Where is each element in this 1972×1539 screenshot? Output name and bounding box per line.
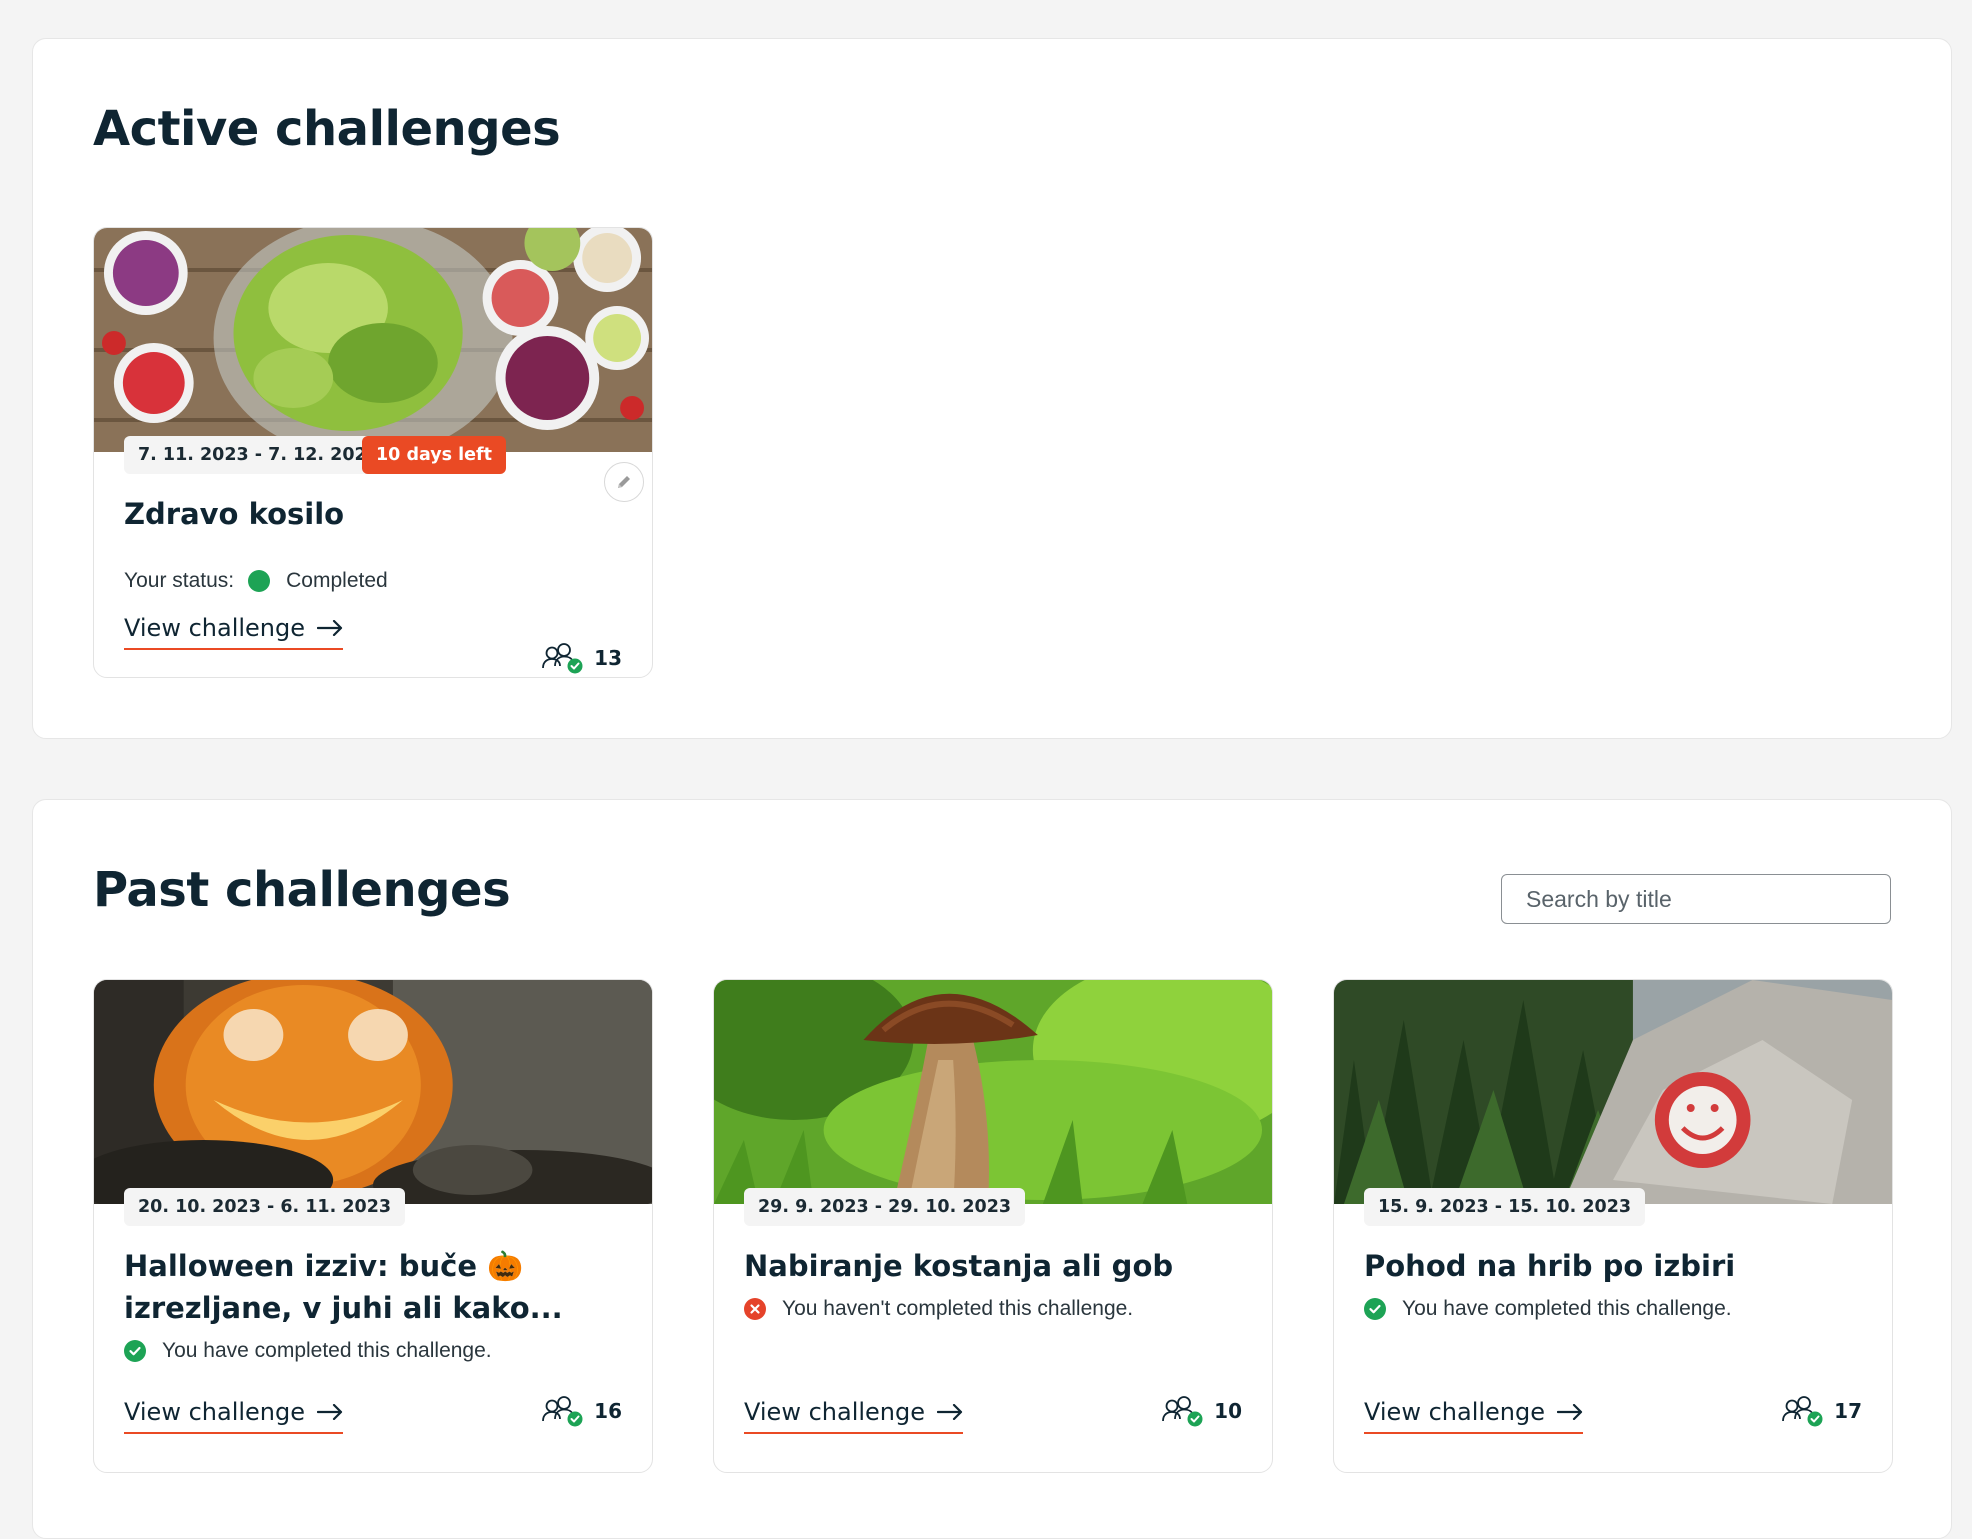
past-challenges-heading: Past challenges (93, 862, 511, 918)
participants-number: 13 (594, 646, 622, 670)
participants-number: 16 (594, 1399, 622, 1423)
status-row: Your status: Completed (124, 569, 388, 593)
view-challenge-label: View challenge (744, 1398, 926, 1426)
view-challenge-label: View challenge (124, 614, 306, 642)
status-text: You have completed this challenge. (162, 1339, 492, 1362)
check-circle-icon (124, 1340, 146, 1362)
challenge-image-salad (94, 228, 652, 452)
view-challenge-link[interactable]: View challenge (124, 614, 344, 650)
challenge-image-pumpkin (94, 980, 652, 1204)
date-range-badge: 20. 10. 2023 - 6. 11. 2023 (124, 1188, 406, 1226)
status-row: You have completed this challenge. (124, 1339, 492, 1363)
challenge-title: Nabiranje kostanja ali gob (744, 1249, 1174, 1283)
date-range-badge: 29. 9. 2023 - 29. 10. 2023 (744, 1188, 1026, 1226)
challenge-title: Halloween izziv: buče 🎃 izrezljane, v ju… (124, 1249, 563, 1325)
status-row: You have completed this challenge. (1364, 1297, 1732, 1321)
challenge-card[interactable]: 15. 9. 2023 - 15. 10. 2023 Pohod na hrib… (1333, 979, 1893, 1473)
participants-icon (542, 1396, 583, 1427)
past-challenges-panel: Past challenges 20. 10. 2023 - 6. 11. 20… (32, 799, 1952, 1539)
status-text: You haven't completed this challenge. (782, 1297, 1134, 1320)
challenge-image-mushroom (714, 980, 1272, 1204)
status-label: Your status: (124, 569, 235, 592)
participants-count: 16 (542, 1395, 622, 1427)
view-challenge-label: View challenge (1364, 1398, 1546, 1426)
challenge-card[interactable]: 29. 9. 2023 - 29. 10. 2023 Nabiranje kos… (713, 979, 1273, 1473)
date-range-badge: 15. 9. 2023 - 15. 10. 2023 (1364, 1188, 1646, 1226)
check-circle-icon (1364, 1298, 1386, 1320)
participants-number: 10 (1214, 1399, 1242, 1423)
participants-icon (542, 643, 583, 674)
participants-number: 17 (1834, 1399, 1862, 1423)
status-row: You haven't completed this challenge. (744, 1297, 1133, 1321)
participants-icon (1782, 1396, 1823, 1427)
participants-count: 10 (1162, 1395, 1242, 1427)
status-value: Completed (286, 569, 388, 592)
challenge-title: Pohod na hrib po izbiri (1364, 1249, 1736, 1283)
participants-count: 17 (1782, 1395, 1862, 1427)
participants-count: 13 (542, 642, 622, 674)
challenge-card[interactable]: 20. 10. 2023 - 6. 11. 2023 Halloween izz… (93, 979, 653, 1473)
date-range-badge: 7. 11. 2023 - 7. 12. 2023 (124, 436, 393, 474)
view-challenge-label: View challenge (124, 1398, 306, 1426)
view-challenge-link[interactable]: View challenge (1364, 1398, 1584, 1434)
status-text: You have completed this challenge. (1402, 1297, 1732, 1320)
arrow-right-icon (937, 1404, 963, 1420)
challenge-title: Zdravo kosilo (124, 497, 345, 531)
pencil-icon (618, 476, 630, 488)
view-challenge-link[interactable]: View challenge (744, 1398, 964, 1434)
challenge-image-hike (1334, 980, 1892, 1204)
search-input[interactable] (1501, 874, 1891, 924)
challenge-card[interactable]: 7. 11. 2023 - 7. 12. 2023 10 days left Z… (93, 227, 653, 678)
participants-icon (1162, 1396, 1203, 1427)
view-challenge-link[interactable]: View challenge (124, 1398, 344, 1434)
arrow-right-icon (1557, 1404, 1583, 1420)
active-challenges-heading: Active challenges (93, 101, 561, 157)
arrow-right-icon (317, 620, 343, 636)
x-circle-icon (744, 1298, 766, 1320)
arrow-right-icon (317, 1404, 343, 1420)
status-dot-icon (248, 570, 271, 592)
days-left-badge: 10 days left (362, 436, 507, 474)
active-challenges-panel: Active challenges 7. 11. 2023 - 7. 12. 2… (32, 38, 1952, 739)
